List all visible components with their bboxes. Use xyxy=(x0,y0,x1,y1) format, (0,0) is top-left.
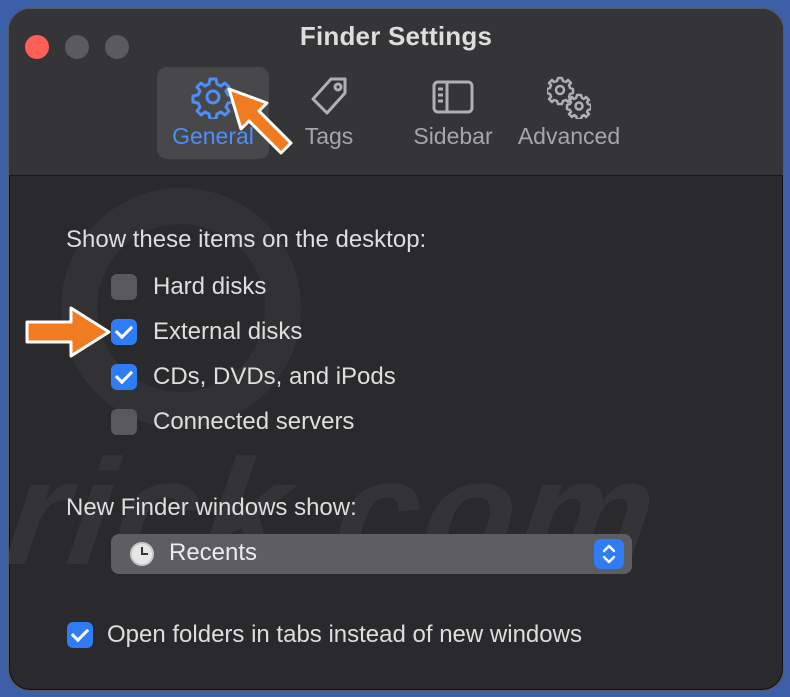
sidebar-icon xyxy=(432,80,474,114)
connected-servers-label: Connected servers xyxy=(153,408,355,435)
open-in-tabs-checkbox[interactable] xyxy=(67,622,93,648)
chevron-updown-icon[interactable] xyxy=(594,539,624,569)
desktop-items-heading: Show these items on the desktop: xyxy=(66,226,427,253)
tag-icon xyxy=(311,77,347,115)
gears-icon xyxy=(547,76,591,119)
connected-servers-checkbox[interactable] xyxy=(111,409,137,435)
external-disks-label: External disks xyxy=(153,318,303,345)
annotation-arrow-right-icon xyxy=(25,306,111,358)
clock-icon xyxy=(130,542,154,566)
open-in-tabs-label: Open folders in tabs instead of new wind… xyxy=(107,621,582,648)
external-disks-checkbox[interactable] xyxy=(111,319,137,345)
window-title: Finder Settings xyxy=(299,21,493,51)
tab-sidebar[interactable]: Sidebar xyxy=(393,67,513,159)
tab-advanced-label: Advanced xyxy=(517,123,621,149)
new-window-selected: Recents xyxy=(169,539,258,566)
tab-sidebar-label: Sidebar xyxy=(413,123,493,149)
finder-settings-window: Finder Settings General Tags Sidebar Adv… xyxy=(8,8,784,691)
cds-dvds-ipods-checkbox[interactable] xyxy=(111,364,137,390)
hard-disks-label: Hard disks xyxy=(153,273,267,300)
cds-dvds-ipods-label: CDs, DVDs, and iPods xyxy=(153,363,396,390)
new-window-heading: New Finder windows show: xyxy=(66,494,357,521)
toolbar: Finder Settings General Tags Sidebar Adv… xyxy=(9,9,783,176)
new-window-popup[interactable]: Recents xyxy=(111,534,632,574)
hard-disks-checkbox[interactable] xyxy=(111,274,137,300)
tab-advanced[interactable]: Advanced xyxy=(511,67,627,159)
annotation-arrow-icon xyxy=(227,87,293,155)
general-pane: rick.com Show these items on the desktop… xyxy=(9,176,783,690)
